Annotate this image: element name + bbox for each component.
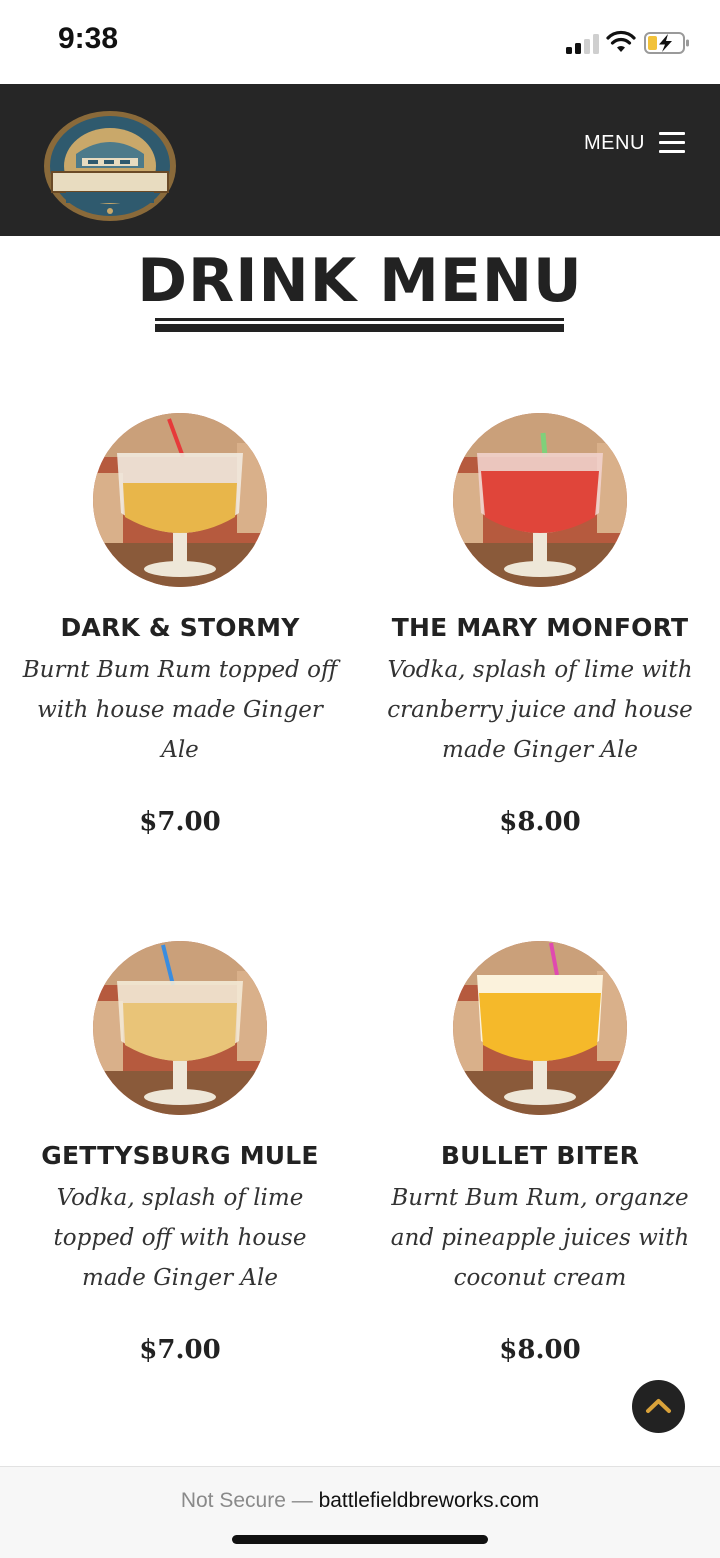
drink-card: THE MARY MONFORT Vodka, splash of lime w…	[360, 413, 720, 837]
url-text: battlefieldbreworks.com	[318, 1489, 540, 1512]
drink-name: GETTYSBURG MULE	[41, 1141, 319, 1170]
title-underline	[155, 318, 564, 321]
page-title: DRINK MENU	[137, 246, 583, 316]
browser-address-bar[interactable]: Not Secure — battlefieldbreworks.com	[0, 1466, 720, 1558]
status-time: 9:38	[58, 22, 119, 55]
drink-description: Burnt Bum Rum, organze and pineapple jui…	[390, 1185, 690, 1291]
drink-name: DARK & STORMY	[60, 613, 300, 642]
drink-description: Vodka, splash of lime with cranberry jui…	[387, 657, 693, 763]
drink-name: BULLET BITER	[440, 1141, 640, 1170]
back-to-top-button[interactable]	[632, 1380, 685, 1433]
drink-photo	[453, 941, 627, 1115]
drink-card: DARK & STORMY Burnt Bum Rum topped off w…	[0, 413, 360, 837]
drink-photo	[93, 413, 267, 587]
battlefield-brew-works-logo[interactable]	[40, 108, 180, 224]
wifi-icon	[606, 30, 636, 52]
security-label: Not Secure —	[180, 1489, 313, 1512]
drink-price: $8.00	[499, 807, 581, 837]
url-line[interactable]: Not Secure — battlefieldbreworks.com	[0, 1489, 720, 1513]
menu-label: MENU	[584, 131, 645, 154]
status-bar: 9:38	[0, 0, 720, 84]
drink-name: THE MARY MONFORT	[391, 613, 689, 642]
drink-photo	[453, 413, 627, 587]
battery-charging-icon	[644, 32, 689, 54]
menu-button[interactable]: MENU	[584, 128, 685, 158]
chevron-up-icon	[646, 1399, 671, 1413]
hamburger-icon	[658, 132, 685, 154]
site-header: MENU	[0, 84, 720, 236]
drink-description: Vodka, splash of lime topped off with ho…	[53, 1185, 307, 1291]
drink-description: Burnt Bum Rum topped off with house made…	[22, 657, 338, 763]
drink-price: $7.00	[139, 1335, 221, 1365]
cellular-signal-icon	[566, 34, 602, 54]
drink-card: BULLET BITER Burnt Bum Rum, organze and …	[360, 941, 720, 1365]
drink-price: $7.00	[139, 807, 221, 837]
drink-photo	[93, 941, 267, 1115]
drink-price: $8.00	[499, 1335, 581, 1365]
home-indicator[interactable]	[232, 1535, 488, 1544]
title-underline-thick	[155, 324, 564, 332]
drink-card: GETTYSBURG MULE Vodka, splash of lime to…	[0, 941, 360, 1365]
